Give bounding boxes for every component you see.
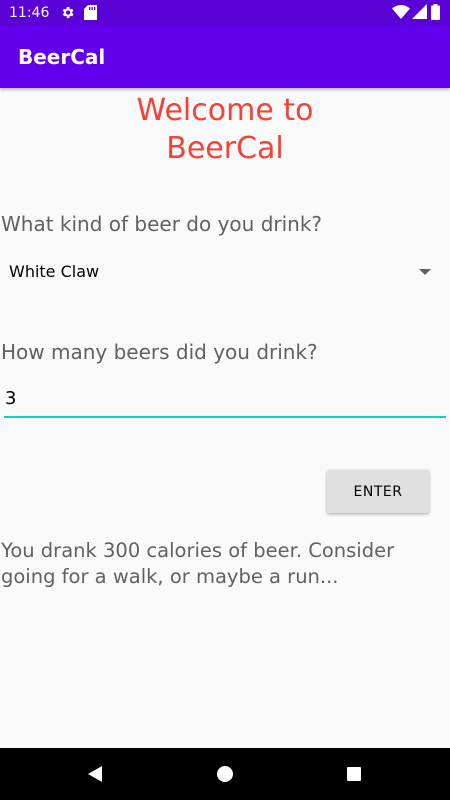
enter-button[interactable]: ENTER <box>327 470 429 513</box>
beer-count-input[interactable] <box>4 380 446 418</box>
gear-icon <box>60 5 75 24</box>
status-time: 11:46 <box>9 5 50 21</box>
app-screen: 11:46 BeerCal Welcome to BeerCal What ki… <box>0 0 450 800</box>
beer-type-dropdown[interactable]: White Claw <box>0 252 450 292</box>
signal-icon <box>412 4 427 24</box>
sd-card-icon <box>84 5 97 24</box>
battery-icon <box>431 4 440 24</box>
welcome-heading: Welcome to BeerCal <box>0 92 450 168</box>
status-bar: 11:46 <box>0 0 450 26</box>
beer-type-selected: White Claw <box>9 262 100 281</box>
home-icon[interactable] <box>213 762 237 786</box>
wifi-icon <box>392 4 410 24</box>
dropdown-arrow-icon <box>419 269 431 275</box>
back-icon[interactable] <box>83 762 107 786</box>
result-text: You drank 300 calories of beer. Consider… <box>1 539 395 588</box>
recents-icon[interactable] <box>342 762 366 786</box>
app-bar: BeerCal <box>0 26 450 88</box>
navigation-bar <box>0 748 450 800</box>
welcome-text: Welcome to BeerCal <box>136 93 314 166</box>
beer-type-label: What kind of beer do you drink? <box>1 212 323 236</box>
app-title: BeerCal <box>18 45 106 69</box>
beer-count-label: How many beers did you drink? <box>1 340 318 364</box>
